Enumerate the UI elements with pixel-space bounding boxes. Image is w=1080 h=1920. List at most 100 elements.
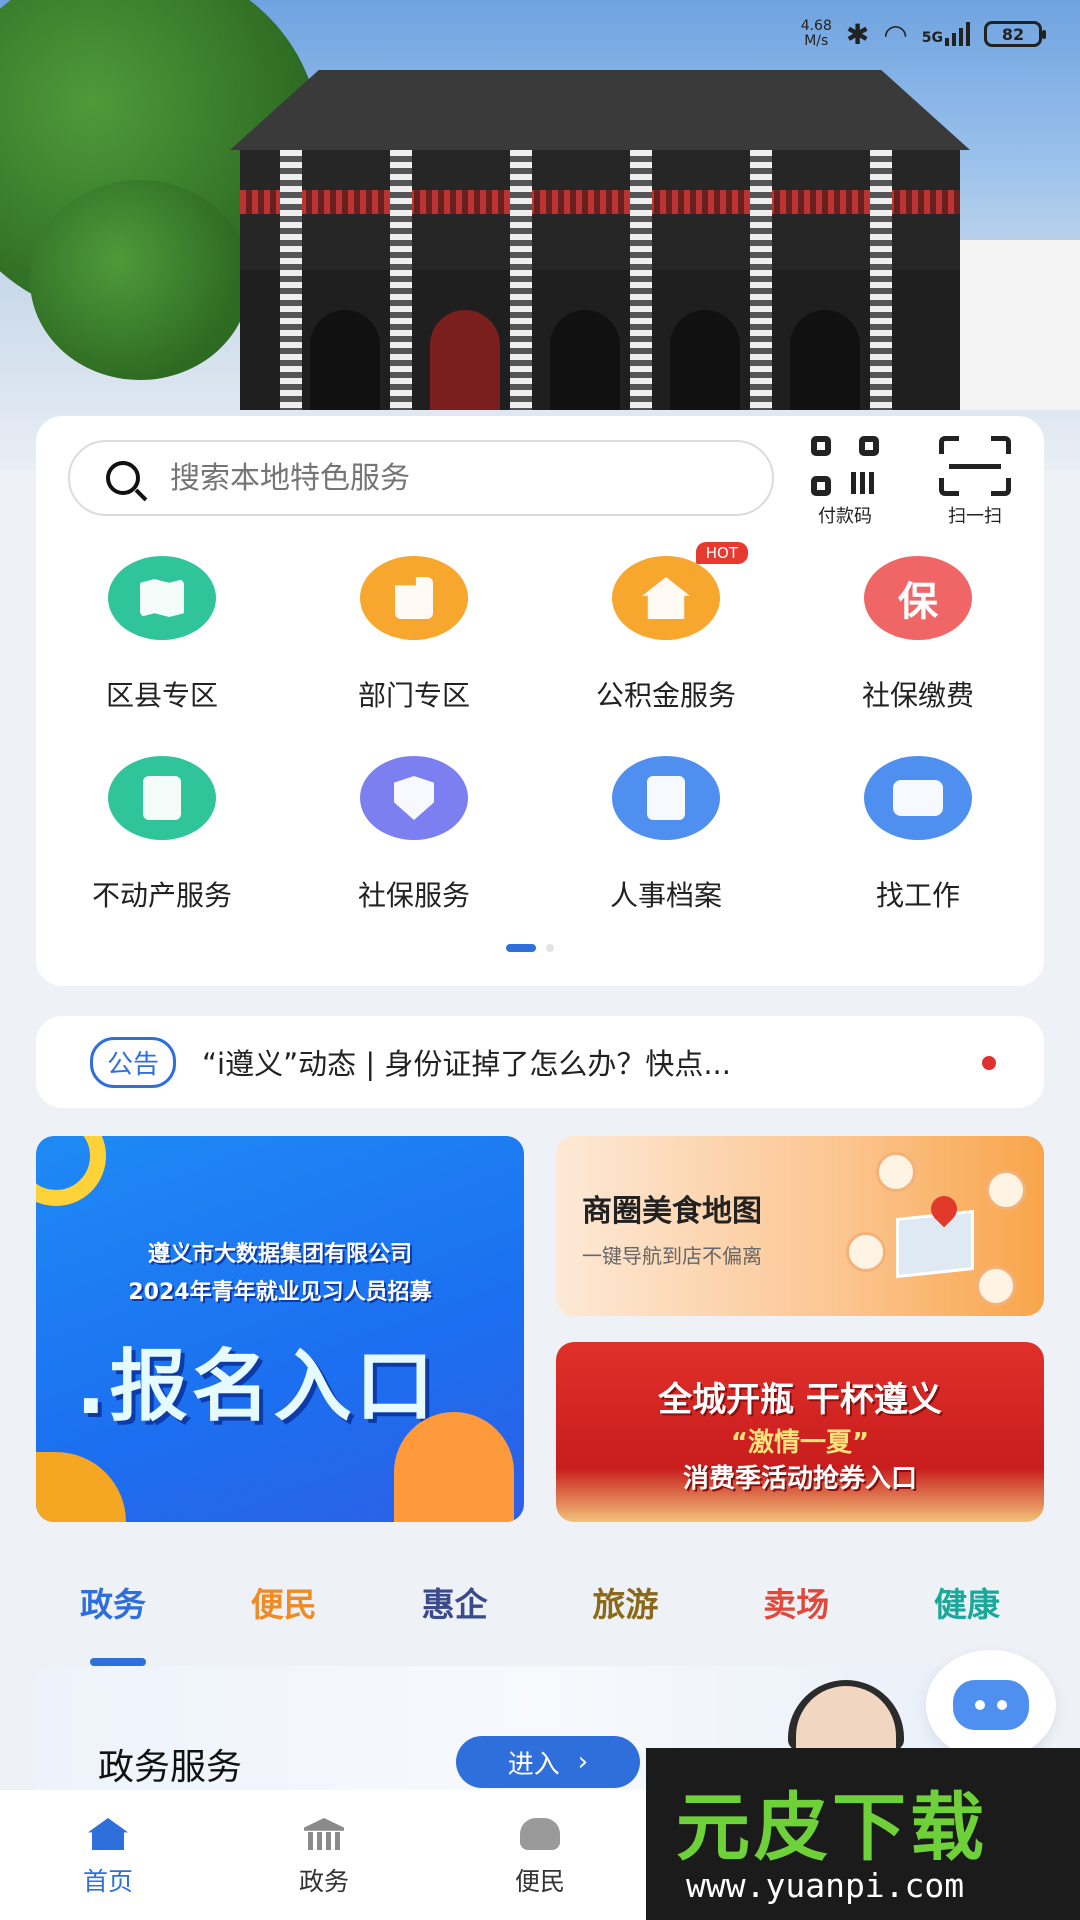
home-icon bbox=[88, 1818, 128, 1850]
coupon-icon bbox=[986, 1170, 1026, 1210]
promo-headline: 全城开瓶 干杯遵义 bbox=[658, 1380, 942, 1420]
archive-icon bbox=[612, 756, 720, 848]
search-input[interactable] bbox=[170, 460, 710, 496]
scan-icon bbox=[939, 436, 1011, 496]
consumption-season-banner[interactable]: 全城开瓶 干杯遵义 “激情一夏” 消费季活动抢券入口 bbox=[556, 1342, 1044, 1522]
bao-glyph: 保 bbox=[898, 579, 938, 625]
notice-tag: 公告 bbox=[90, 1036, 177, 1088]
tab-convenience[interactable]: 便民 bbox=[251, 1578, 317, 1638]
battery-level: 82 bbox=[1001, 24, 1025, 44]
document-icon bbox=[108, 756, 216, 848]
tree-foliage bbox=[30, 180, 250, 380]
recruitment-banner[interactable]: 遵义市大数据集团有限公司 2024年青年就业见习人员招募 .报名入口 bbox=[36, 1136, 524, 1522]
promo-slogan: “激情一夏” bbox=[730, 1428, 870, 1458]
status-bar: 4.68 M/s ✱ ◠ 5G 82 bbox=[801, 14, 1046, 54]
service-real-estate[interactable]: 不动产服务 bbox=[36, 756, 288, 914]
tab-government[interactable]: 政务 bbox=[80, 1578, 146, 1666]
service-district-zone[interactable]: 区县专区 bbox=[36, 556, 288, 714]
notice-bar[interactable]: 公告 “i遵义”动态 | 身份证掉了怎么办？快点... bbox=[36, 1016, 1044, 1108]
recruit-title: 2024年青年就业见习人员招募 bbox=[128, 1280, 432, 1305]
map-icon bbox=[108, 556, 216, 648]
decor-circle bbox=[36, 1136, 106, 1206]
service-department-zone[interactable]: 部门专区 bbox=[288, 556, 540, 714]
network-type: 5G bbox=[921, 30, 943, 46]
briefcase-icon bbox=[864, 756, 972, 848]
service-find-job[interactable]: 找工作 bbox=[792, 756, 1044, 914]
service-label: 社保服务 bbox=[357, 879, 470, 912]
assistant-robot-button[interactable] bbox=[926, 1650, 1056, 1760]
net-speed-value: 4.68 bbox=[800, 18, 832, 34]
map-illustration bbox=[896, 1209, 974, 1279]
service-label: 公积金服务 bbox=[595, 679, 736, 712]
search-bar[interactable] bbox=[68, 440, 774, 516]
bluetooth-icon: ✱ bbox=[845, 17, 870, 51]
nav-label: 政务 bbox=[298, 1867, 349, 1896]
scan-label: 扫一扫 bbox=[948, 506, 1002, 527]
services-card: 付款码 扫一扫 区县专区 部门专区 HOT bbox=[36, 416, 1044, 986]
building-icon bbox=[360, 556, 468, 648]
tab-enterprise[interactable]: 惠企 bbox=[422, 1578, 488, 1638]
service-label: 不动产服务 bbox=[91, 879, 232, 912]
page-dot-active bbox=[506, 944, 536, 952]
service-personnel-archives[interactable]: 人事档案 bbox=[540, 756, 792, 914]
hot-badge: HOT bbox=[695, 542, 748, 564]
category-tabs: 政务 便民 惠企 旅游 卖场 健康 bbox=[36, 1578, 1044, 1666]
pay-code-button[interactable]: 付款码 bbox=[800, 436, 890, 528]
search-icon bbox=[106, 461, 140, 495]
nav-convenience[interactable]: 便民 bbox=[470, 1818, 610, 1898]
government-icon bbox=[304, 1818, 344, 1850]
service-social-insurance-payment[interactable]: 保 社保缴费 bbox=[792, 556, 1044, 714]
historic-building bbox=[220, 70, 980, 410]
hero-banner-image bbox=[0, 0, 1080, 470]
service-label: 社保缴费 bbox=[861, 679, 974, 712]
scan-button[interactable]: 扫一扫 bbox=[930, 436, 1020, 528]
watermark-url: www.yuanpi.com bbox=[686, 1866, 965, 1905]
white-house bbox=[960, 240, 1080, 410]
nav-government[interactable]: 政务 bbox=[254, 1818, 394, 1898]
person-illustration bbox=[394, 1412, 514, 1522]
nav-label: 首页 bbox=[82, 1867, 133, 1896]
qr-code-icon bbox=[809, 436, 881, 496]
enter-button[interactable]: 进入 › bbox=[456, 1736, 640, 1788]
watermark-logo: 元皮下载 www.yuanpi.com bbox=[646, 1748, 1080, 1920]
net-speed-unit: M/s bbox=[804, 33, 829, 49]
promo-subtitle: 消费季活动抢券入口 bbox=[682, 1464, 917, 1494]
nav-label: 便民 bbox=[514, 1867, 565, 1896]
panel-title: 政务服务 bbox=[98, 1747, 243, 1788]
robot-icon bbox=[953, 1680, 1029, 1730]
chevron-right-icon: › bbox=[577, 1747, 589, 1777]
enter-label: 进入 bbox=[507, 1749, 560, 1780]
unread-dot bbox=[982, 1056, 996, 1070]
coupon-icon bbox=[976, 1266, 1016, 1306]
leaf-decor bbox=[36, 1452, 126, 1522]
recruit-company: 遵义市大数据集团有限公司 bbox=[147, 1242, 412, 1267]
signal-icon bbox=[945, 22, 970, 46]
house-yen-icon bbox=[612, 556, 720, 648]
handshake-icon bbox=[520, 1818, 560, 1850]
tab-health[interactable]: 健康 bbox=[934, 1578, 1000, 1638]
bao-icon: 保 bbox=[864, 556, 972, 648]
service-social-security[interactable]: 社保服务 bbox=[288, 756, 540, 914]
watermark-brand: 元皮下载 bbox=[676, 1785, 988, 1871]
pay-code-label: 付款码 bbox=[818, 506, 872, 527]
tab-mall[interactable]: 卖场 bbox=[763, 1578, 829, 1638]
food-map-banner[interactable]: 商圈美食地图 一键导航到店不偏离 bbox=[556, 1136, 1044, 1316]
notice-text[interactable]: “i遵义”动态 | 身份证掉了怎么办？快点... bbox=[202, 1041, 902, 1083]
shield-search-icon bbox=[360, 756, 468, 848]
service-label: 区县专区 bbox=[105, 679, 218, 712]
recruit-headline: .报名入口 bbox=[76, 1342, 438, 1432]
battery-icon: 82 bbox=[984, 21, 1046, 47]
tab-tourism[interactable]: 旅游 bbox=[592, 1578, 658, 1638]
coupon-icon bbox=[846, 1232, 886, 1272]
coupon-icon bbox=[876, 1152, 916, 1192]
service-housing-fund[interactable]: HOT 公积金服务 bbox=[540, 542, 792, 714]
service-label: 人事档案 bbox=[609, 879, 722, 912]
page-indicator bbox=[506, 944, 554, 952]
food-map-subtitle: 一键导航到店不偏离 bbox=[582, 1244, 762, 1268]
nav-home[interactable]: 首页 bbox=[38, 1818, 178, 1898]
service-label: 部门专区 bbox=[357, 679, 470, 712]
service-label: 找工作 bbox=[875, 879, 960, 912]
network-speed: 4.68 M/s bbox=[801, 19, 832, 49]
wifi-icon: ◠ bbox=[883, 17, 908, 51]
food-map-title: 商圈美食地图 bbox=[582, 1194, 762, 1229]
